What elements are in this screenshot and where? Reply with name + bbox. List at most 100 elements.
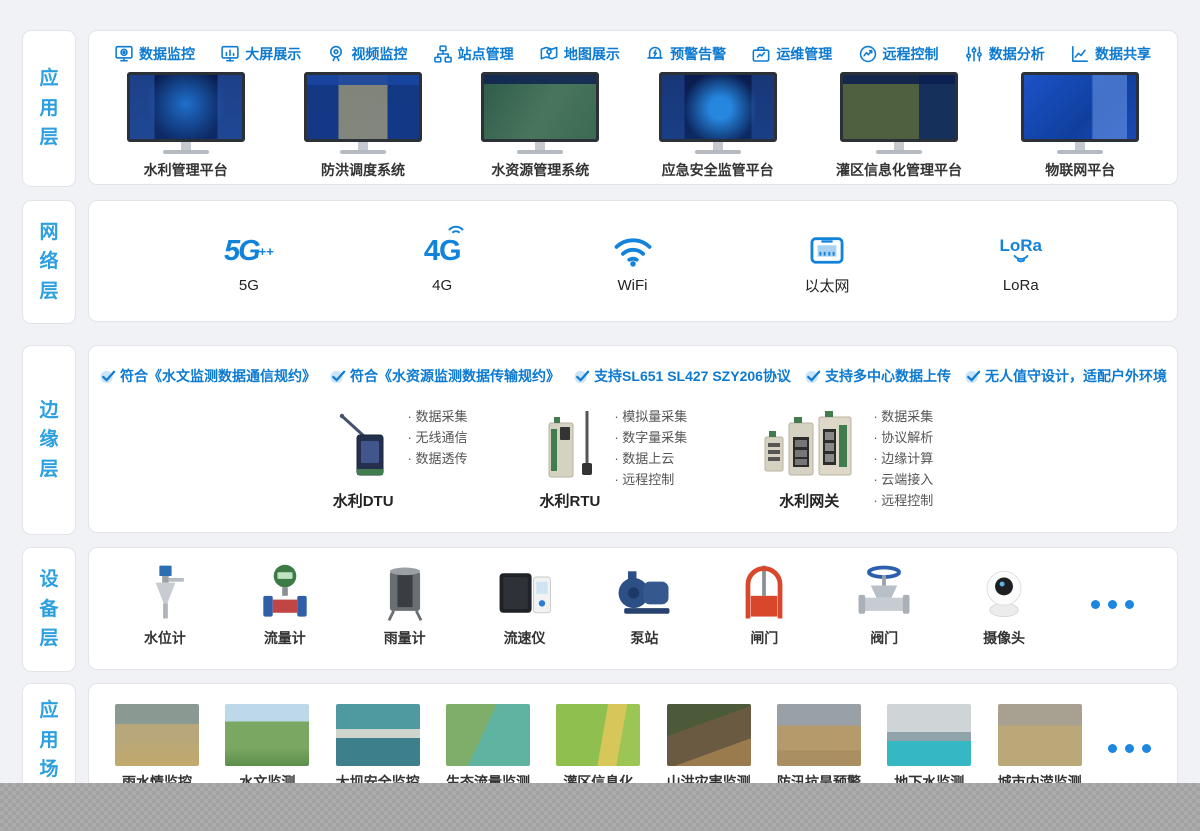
scenario-photo — [446, 704, 530, 766]
feature-warning-alert: 预警告警 — [646, 44, 726, 64]
platform-emergency-safety: 应急安全监管平台 — [659, 72, 777, 180]
device-camera: 摄像头 — [971, 560, 1037, 648]
monitor-screenshot — [659, 72, 777, 154]
monitor-screenshot — [127, 72, 245, 154]
feature-label: 数据共享 — [1095, 44, 1151, 64]
network-item-lora: LoRa LoRa — [1000, 229, 1043, 294]
device-label: 摄像头 — [983, 628, 1025, 648]
feature-label: 大屏展示 — [245, 44, 301, 64]
scenario-flood-drought-warning: 防汛抗旱预警 — [777, 704, 861, 792]
scenario-mountain-flood: 山洪灾害监测 — [667, 704, 751, 792]
device-row: 水位计 流量计 雨量计 — [89, 548, 1177, 648]
water-level-meter-image — [132, 560, 198, 626]
device-label: 阀门 — [870, 628, 898, 648]
product-name: 水利RTU — [540, 490, 601, 511]
app-feature-row: 数据监控 大屏展示 视频监控 站点管理 地图展示 预警告警 — [89, 31, 1177, 64]
feature-label: 预警告警 — [670, 44, 726, 64]
edge-layer-panel: 符合《水文监测数据通信规约》 符合《水资源监测数据传输规约》 支持SL651 S… — [88, 345, 1178, 533]
scenario-photo — [777, 704, 861, 766]
network-item-wifi: WiFi — [611, 229, 655, 294]
check-circle-icon — [99, 368, 116, 385]
product-gateway: 水利网关 数据采集 协议解析 边缘计算 云端接入 远程控制 — [759, 398, 933, 511]
device-label: 雨量计 — [384, 628, 426, 648]
big-screen-chart-icon — [221, 45, 239, 63]
edge-feature: 符合《水资源监测数据传输规约》 — [329, 366, 560, 386]
check-circle-icon — [964, 368, 981, 385]
check-circle-icon — [573, 368, 590, 385]
edge-feature-label: 符合《水资源监测数据传输规约》 — [350, 366, 560, 386]
camera-image — [971, 560, 1037, 626]
network-label: 5G — [239, 277, 259, 294]
feature-label: 数据监控 — [139, 44, 195, 64]
map-pin-icon — [540, 45, 558, 63]
feature-label: 运维管理 — [776, 44, 832, 64]
edge-feature-label: 支持SL651 SL427 SZY206协议 — [594, 366, 791, 386]
monitor-screenshot — [481, 72, 599, 154]
ethernet-port-icon — [808, 227, 846, 273]
feature-ops-management: 运维管理 — [752, 44, 832, 64]
valve-image — [851, 560, 917, 626]
scenario-photo — [115, 704, 199, 766]
application-layer-panel: 数据监控 大屏展示 视频监控 站点管理 地图展示 预警告警 — [88, 30, 1178, 185]
edge-feature: 无人值守设计，适配户外环境 — [964, 366, 1167, 386]
edge-feature: 符合《水文监测数据通信规约》 — [99, 366, 316, 386]
scenario-groundwater: 地下水监测 — [887, 704, 971, 792]
platform-irrigation-info: 灌区信息化管理平台 — [836, 72, 962, 180]
network-item-ethernet: 以太网 — [805, 227, 850, 296]
layer-label: 网络层 — [38, 218, 60, 306]
scenario-photo — [667, 704, 751, 766]
platform-flood-dispatch: 防洪调度系统 — [304, 72, 422, 180]
platform-name: 灌区信息化管理平台 — [836, 160, 962, 180]
feature-label: 地图展示 — [564, 44, 620, 64]
feature-data-monitoring: 数据监控 — [115, 44, 195, 64]
layer-label: 设备层 — [38, 565, 60, 653]
network-label: WiFi — [618, 277, 648, 294]
product-bullets: 模拟量采集 数字量采集 数据上云 远程控制 — [614, 398, 687, 511]
check-circle-icon — [804, 368, 821, 385]
edge-feature-row: 符合《水文监测数据通信规约》 符合《水资源监测数据传输规约》 支持SL651 S… — [89, 346, 1177, 386]
edge-feature: 支持多中心数据上传 — [804, 366, 951, 386]
scenario-photo — [998, 704, 1082, 766]
velocity-meter-image — [492, 560, 558, 626]
ops-briefcase-icon — [752, 45, 770, 63]
more-devices-dots — [1091, 600, 1134, 609]
platform-name: 水利管理平台 — [144, 160, 228, 180]
scenario-row: 雨水情监控 水文监测 大坝安全监控 生态流量监测 灌区信息化 山洪灾害监测 — [89, 684, 1177, 792]
feature-video-monitoring: 视频监控 — [327, 44, 407, 64]
scenario-dam-safety: 大坝安全监控 — [336, 704, 420, 792]
edge-product-row: 水利DTU 数据采集 无线通信 数据透传 — [89, 398, 1177, 511]
feature-data-analysis: 数据分析 — [965, 44, 1045, 64]
platform-row: 水利管理平台 防洪调度系统 水资源管理系统 应急安全监管平台 灌区信息化管理平台… — [89, 72, 1177, 180]
scenario-photo — [556, 704, 640, 766]
device-label: 水位计 — [144, 628, 186, 648]
product-dtu: 水利DTU 数据采集 无线通信 数据透传 — [333, 398, 468, 511]
network-label: 4G — [432, 277, 452, 294]
device-label: 流速仪 — [504, 628, 546, 648]
network-label: 以太网 — [805, 275, 850, 296]
platform-iot: 物联网平台 — [1021, 72, 1139, 180]
device-sluice-gate: 闸门 — [731, 560, 797, 648]
device-layer-panel: 水位计 流量计 雨量计 — [88, 547, 1178, 670]
screenshot-crop-bar — [0, 783, 1200, 831]
rain-gauge-image — [372, 560, 438, 626]
scenario-photo — [887, 704, 971, 766]
product-bullets: 数据采集 无线通信 数据透传 — [408, 398, 468, 511]
wifi-icon — [611, 229, 655, 275]
platform-water-resources: 水资源管理系统 — [481, 72, 599, 180]
network-row: 5G++ 5G 4G 4G WiFi 以太网 — [89, 201, 1177, 321]
device-flow-meter: 流量计 — [252, 560, 318, 648]
monitor-search-icon — [115, 45, 133, 63]
device-rain-gauge: 雨量计 — [372, 560, 438, 648]
edge-feature-label: 符合《水文监测数据通信规约》 — [120, 366, 316, 386]
device-label: 流量计 — [264, 628, 306, 648]
network-item-4g: 4G 4G — [424, 229, 461, 294]
monitor-screenshot — [840, 72, 958, 154]
alert-bell-icon — [646, 45, 664, 63]
gateway-device-image — [759, 409, 859, 487]
feature-map-display: 地图展示 — [540, 44, 620, 64]
layer-tab-network: 网络层 — [22, 200, 76, 324]
scenario-photo — [225, 704, 309, 766]
more-scenarios-dots — [1108, 744, 1151, 753]
monitor-screenshot — [304, 72, 422, 154]
video-camera-icon — [327, 45, 345, 63]
